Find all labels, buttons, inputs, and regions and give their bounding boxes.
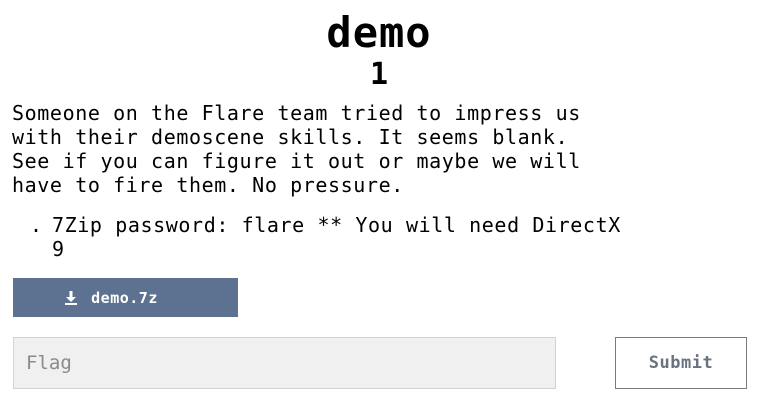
challenge-title: demo [326,8,432,57]
challenge-description: Someone on the Flare team tried to impre… [12,101,581,197]
submit-button[interactable]: Submit [615,337,747,389]
flag-input[interactable] [13,337,556,389]
download-button[interactable]: demo.7z [13,278,238,317]
list-item: . 7Zip password: flare ** You will need … [22,213,642,261]
download-icon [63,290,79,306]
list-bullet: . [30,213,43,237]
download-label: demo.7z [91,288,158,307]
challenge-points: 1 [369,57,389,92]
note-text: 7Zip password: flare ** You will need Di… [52,213,621,261]
challenge-notes: . 7Zip password: flare ** You will need … [22,213,642,261]
